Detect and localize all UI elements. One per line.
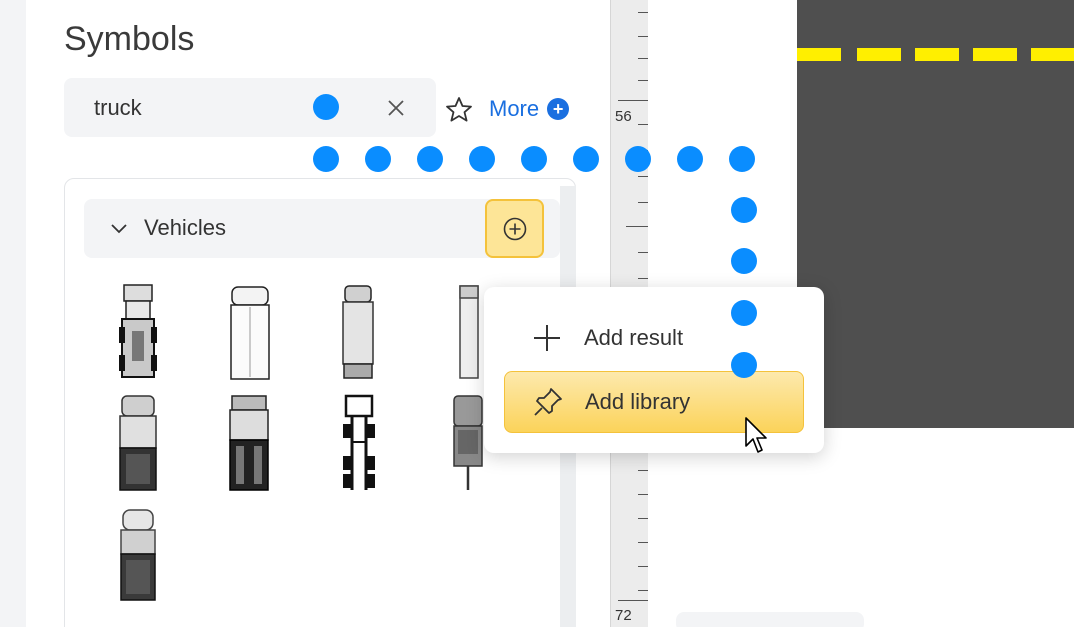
ruler-tick: [638, 124, 648, 125]
marker-dot: [625, 146, 651, 172]
canvas-chip: [676, 612, 864, 627]
marker-dot: [313, 94, 339, 120]
lane-dash: [973, 48, 1017, 61]
ruler-tick: [638, 278, 648, 279]
pushpin-icon: [531, 385, 565, 419]
panel-title: Symbols: [64, 20, 195, 58]
marker-dot: [677, 146, 703, 172]
symbol-trailer-partial[interactable]: [456, 283, 482, 381]
lane-dash: [857, 48, 901, 61]
ruler-tick: [638, 518, 648, 519]
lane-dash: [797, 48, 841, 61]
marker-dot: [731, 197, 757, 223]
plus-circle-icon: +: [547, 98, 570, 120]
road-shape[interactable]: [797, 0, 1074, 428]
ruler-label-72: 72: [615, 607, 632, 624]
symbol-pickup-truck[interactable]: [116, 508, 160, 602]
clear-search-button[interactable]: [382, 94, 410, 122]
ruler-tick: [638, 36, 648, 37]
lane-dash: [915, 48, 959, 61]
symbol-tow-truck-partial[interactable]: [448, 394, 486, 492]
left-gutter: [0, 0, 26, 627]
close-icon: [388, 100, 404, 116]
menu-item-label: Add library: [585, 389, 691, 414]
ruler-tick: [638, 58, 648, 59]
marker-dot: [313, 146, 339, 172]
marker-dot: [731, 300, 757, 326]
ruler-tick: [638, 470, 648, 471]
ruler-tick: [638, 12, 648, 13]
ruler-tick: [638, 80, 648, 81]
menu-item-add-result[interactable]: Add result: [504, 307, 804, 369]
ruler-tick-major: [618, 100, 648, 101]
chevron-down-icon: [111, 224, 127, 234]
symbol-flatbed-truck-black[interactable]: [226, 394, 272, 492]
symbol-dump-truck-grey[interactable]: [116, 394, 160, 492]
ruler-tick: [638, 494, 648, 495]
plus-circle-icon: [503, 217, 526, 240]
symbol-box-truck-white[interactable]: [226, 283, 274, 381]
add-context-menu: Add result Add library: [484, 287, 824, 453]
mouse-cursor-icon: [745, 417, 767, 453]
marker-dot: [469, 146, 495, 172]
ruler-tick: [638, 542, 648, 543]
symbol-truck-chassis[interactable]: [340, 394, 378, 492]
ruler-tick: [638, 566, 648, 567]
ruler-tick: [638, 252, 648, 253]
symbol-semi-truck-cab[interactable]: [114, 283, 162, 381]
marker-dot: [365, 146, 391, 172]
search-input[interactable]: truck: [64, 78, 436, 137]
star-icon[interactable]: [444, 95, 474, 125]
category-label: Vehicles: [144, 215, 226, 240]
ruler-tick: [638, 590, 648, 591]
ruler-tick: [638, 176, 648, 177]
menu-item-label: Add result: [584, 325, 684, 350]
marker-dot: [731, 352, 757, 378]
search-value: truck: [94, 95, 142, 120]
marker-dot: [417, 146, 443, 172]
add-to-library-button[interactable]: [485, 199, 544, 258]
ruler-tick-major: [618, 600, 648, 601]
plus-icon: [530, 321, 564, 355]
symbol-box-truck-grey[interactable]: [338, 283, 378, 381]
marker-dot: [573, 146, 599, 172]
ruler-tick: [626, 226, 648, 227]
more-link[interactable]: More +: [489, 95, 570, 123]
marker-dot: [731, 248, 757, 274]
more-label: More: [489, 96, 540, 121]
marker-dot: [521, 146, 547, 172]
ruler-label-56: 56: [615, 108, 632, 125]
lane-dash: [1031, 48, 1074, 61]
ruler-tick: [638, 202, 648, 203]
marker-dot: [729, 146, 755, 172]
